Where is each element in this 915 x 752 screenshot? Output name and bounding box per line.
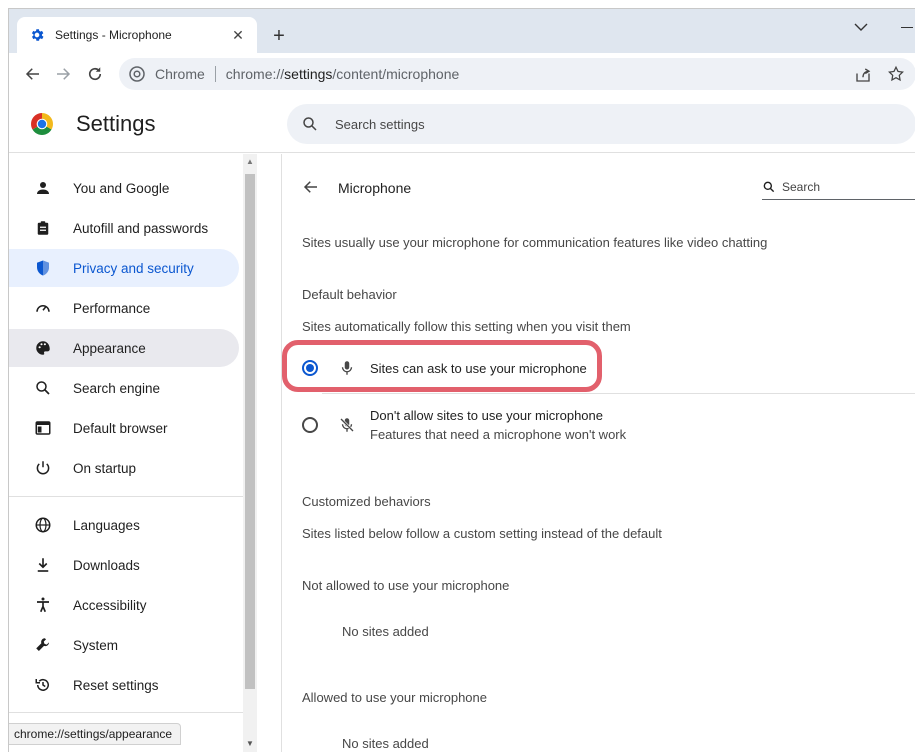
sidebar-item-downloads[interactable]: Downloads bbox=[9, 546, 239, 584]
minimize-button[interactable] bbox=[901, 17, 915, 37]
sidebar-item-languages[interactable]: Languages bbox=[9, 506, 239, 544]
wrench-icon bbox=[33, 635, 53, 655]
browser-window: Settings - Microphone ✕ + Chrome chrome:… bbox=[8, 8, 915, 752]
page-description: Sites usually use your microphone for co… bbox=[302, 235, 768, 250]
search-icon bbox=[33, 378, 53, 398]
back-arrow-icon[interactable] bbox=[21, 62, 45, 86]
site-search-input[interactable]: Search bbox=[762, 174, 915, 200]
allowed-empty: No sites added bbox=[342, 736, 429, 751]
search-placeholder: Search bbox=[782, 179, 821, 194]
radio-option-allow-ask[interactable]: Sites can ask to use your microphone bbox=[302, 359, 587, 377]
clipboard-icon bbox=[33, 218, 53, 238]
browser-window-icon bbox=[33, 418, 53, 438]
tab-strip: Settings - Microphone ✕ + bbox=[9, 9, 915, 53]
radio-sublabel: Features that need a microphone won't wo… bbox=[370, 427, 627, 442]
search-icon bbox=[301, 115, 319, 133]
sidebar-item-reset-settings[interactable]: Reset settings bbox=[9, 666, 239, 704]
globe-icon bbox=[33, 515, 53, 535]
sidebar-item-on-startup[interactable]: On startup bbox=[9, 449, 239, 487]
search-placeholder: Search settings bbox=[335, 116, 425, 132]
sidebar-item-search-engine[interactable]: Search engine bbox=[9, 369, 239, 407]
sidebar: You and Google Autofill and passwords Pr… bbox=[9, 154, 243, 752]
speedometer-icon bbox=[33, 298, 53, 318]
toolbar: Chrome chrome://settings/content/microph… bbox=[9, 53, 915, 95]
microphone-settings-page: Microphone Search Sites usually use your… bbox=[282, 154, 915, 752]
settings-header: Settings Search settings bbox=[9, 95, 915, 153]
sidebar-item-accessibility[interactable]: Accessibility bbox=[9, 586, 239, 624]
sidebar-item-system[interactable]: System bbox=[9, 626, 239, 664]
close-tab-icon[interactable]: ✕ bbox=[229, 26, 247, 44]
omnibox-url: chrome://settings/content/microphone bbox=[225, 66, 460, 82]
person-icon bbox=[33, 178, 53, 198]
row-divider bbox=[322, 393, 915, 394]
download-icon bbox=[33, 555, 53, 575]
shield-icon bbox=[33, 258, 53, 278]
accessibility-icon bbox=[33, 595, 53, 615]
sidebar-item-appearance[interactable]: Appearance bbox=[9, 329, 239, 367]
new-tab-button[interactable]: + bbox=[267, 24, 291, 48]
customized-behaviors-subheading: Sites listed below follow a custom setti… bbox=[302, 526, 662, 541]
sidebar-item-performance[interactable]: Performance bbox=[9, 289, 239, 327]
not-allowed-heading: Not allowed to use your microphone bbox=[302, 578, 510, 593]
page-title: Settings bbox=[76, 111, 156, 136]
sidebar-scrollbar[interactable]: ▲ ▼ bbox=[243, 154, 257, 752]
default-behavior-heading: Default behavior bbox=[302, 287, 397, 302]
microphone-off-icon bbox=[338, 416, 356, 434]
not-allowed-empty: No sites added bbox=[342, 624, 429, 639]
sidebar-item-default-browser[interactable]: Default browser bbox=[9, 409, 239, 447]
radio-button-checked[interactable] bbox=[302, 360, 318, 376]
chrome-logo-icon bbox=[30, 112, 54, 136]
default-behavior-subheading: Sites automatically follow this setting … bbox=[302, 319, 631, 334]
status-bar-url: chrome://settings/appearance bbox=[9, 723, 182, 745]
reset-history-icon bbox=[33, 675, 53, 695]
share-icon[interactable] bbox=[854, 66, 872, 84]
omnibox-separator bbox=[214, 66, 216, 82]
tab-title: Settings - Microphone bbox=[55, 28, 172, 42]
sidebar-item-you-and-google[interactable]: You and Google bbox=[9, 169, 239, 207]
sidebar-item-privacy-security[interactable]: Privacy and security bbox=[9, 249, 239, 287]
search-icon bbox=[762, 180, 776, 194]
reload-icon[interactable] bbox=[83, 62, 107, 86]
subpage-title: Microphone bbox=[338, 180, 412, 196]
omnibox-chip: Chrome bbox=[155, 66, 205, 82]
customized-behaviors-heading: Customized behaviors bbox=[302, 494, 431, 509]
allowed-heading: Allowed to use your microphone bbox=[302, 690, 487, 705]
chrome-site-icon bbox=[129, 66, 145, 82]
gear-icon bbox=[29, 27, 45, 43]
address-bar[interactable]: Chrome chrome://settings/content/microph… bbox=[119, 58, 915, 90]
scroll-up-arrow-icon[interactable]: ▲ bbox=[246, 157, 254, 166]
sidebar-item-autofill[interactable]: Autofill and passwords bbox=[9, 209, 239, 247]
palette-icon bbox=[33, 338, 53, 358]
radio-button-unchecked[interactable] bbox=[302, 417, 318, 433]
back-arrow-icon[interactable] bbox=[302, 178, 322, 198]
radio-label: Sites can ask to use your microphone bbox=[370, 360, 587, 376]
chevron-down-icon[interactable] bbox=[851, 17, 871, 37]
radio-label: Don't allow sites to use your microphone bbox=[370, 408, 603, 423]
sidebar-divider bbox=[9, 496, 243, 497]
radio-text: Don't allow sites to use your microphone… bbox=[370, 408, 626, 442]
bookmark-star-icon[interactable] bbox=[887, 65, 905, 83]
radio-option-block[interactable]: Don't allow sites to use your microphone… bbox=[302, 408, 626, 442]
search-settings-input[interactable]: Search settings bbox=[287, 104, 915, 144]
tab-settings-microphone[interactable]: Settings - Microphone ✕ bbox=[17, 17, 257, 53]
power-icon bbox=[33, 458, 53, 478]
scroll-down-arrow-icon[interactable]: ▼ bbox=[246, 739, 254, 748]
forward-arrow-icon[interactable] bbox=[51, 62, 75, 86]
scrollbar-thumb[interactable] bbox=[245, 174, 255, 689]
sidebar-divider bbox=[9, 712, 243, 713]
microphone-icon bbox=[338, 359, 356, 377]
